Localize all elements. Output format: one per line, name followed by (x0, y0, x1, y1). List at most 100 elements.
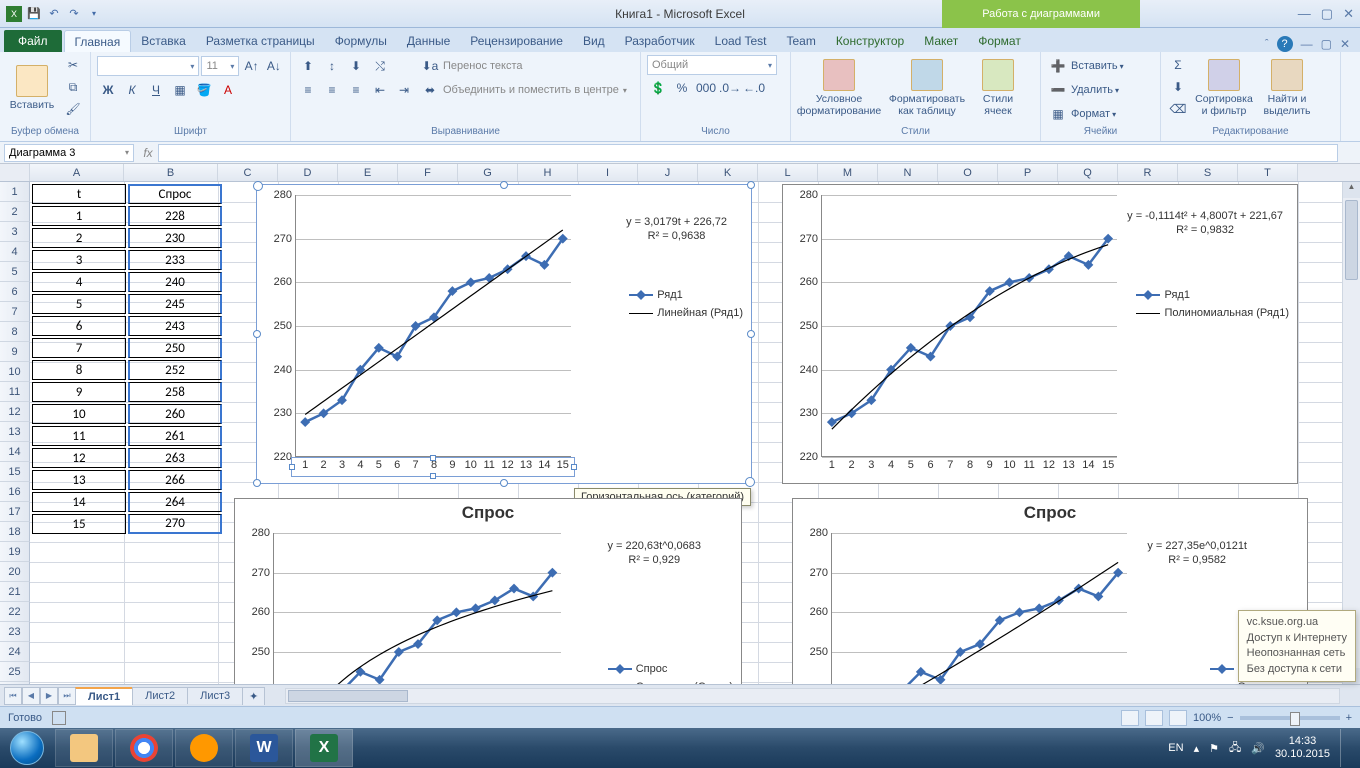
taskbar-excel[interactable]: X (295, 729, 353, 767)
start-button[interactable] (0, 728, 54, 768)
taskbar-explorer[interactable] (55, 729, 113, 767)
scroll-up-icon[interactable]: ▲ (1343, 182, 1360, 198)
sheet-nav-prev-icon[interactable]: ◀ (22, 687, 40, 705)
wrap-text-icon[interactable]: ⬇a (419, 56, 441, 76)
shrink-font-icon[interactable]: A↓ (264, 56, 284, 76)
paste-button[interactable]: Вставить (6, 55, 58, 121)
grid-body[interactable]: tСпрос1228223032334240524562437250825292… (30, 182, 1342, 684)
cond-format-button[interactable]: Условное форматирование (797, 55, 881, 121)
col-header[interactable]: T (1238, 164, 1298, 181)
col-header[interactable]: M (818, 164, 878, 181)
sheet-nav-last-icon[interactable]: ⏭ (58, 687, 76, 705)
tray-lang[interactable]: EN (1168, 742, 1183, 754)
row-header[interactable]: 2 (0, 202, 30, 222)
row-header[interactable]: 22 (0, 602, 30, 622)
indent-inc-icon[interactable]: ⇥ (393, 80, 415, 100)
col-header[interactable]: K (698, 164, 758, 181)
cell-styles-button[interactable]: Стили ячеек (973, 55, 1023, 121)
col-header[interactable]: N (878, 164, 938, 181)
row-header[interactable]: 17 (0, 502, 30, 522)
cut-icon[interactable]: ✂ (62, 55, 84, 75)
chart-4[interactable]: Спрос 2202302402502602702801234567891011… (792, 498, 1308, 684)
orientation-icon[interactable]: ⤭ (369, 56, 391, 76)
copy-icon[interactable]: ⧉ (62, 77, 84, 97)
chart-1[interactable]: 2202302402502602702801234567891011121314… (256, 184, 752, 484)
sheet-tab[interactable]: Лист2 (132, 687, 188, 704)
row-header[interactable]: 13 (0, 422, 30, 442)
tab-insert[interactable]: Вставка (131, 30, 196, 52)
macro-record-icon[interactable] (52, 711, 66, 725)
close-icon[interactable]: ✕ (1343, 6, 1354, 22)
plot-area[interactable]: 2202302402502602702801234567891011121314… (295, 195, 571, 457)
plot-area[interactable]: 2202302402502602702801234567891011121314… (273, 533, 561, 684)
taskbar-media[interactable] (175, 729, 233, 767)
qat-more-icon[interactable]: ▾ (86, 6, 102, 22)
align-center-icon[interactable]: ≡ (321, 80, 343, 100)
row-header[interactable]: 15 (0, 462, 30, 482)
row-header[interactable]: 3 (0, 222, 30, 242)
category-axis-selection[interactable] (291, 457, 575, 477)
grow-font-icon[interactable]: A↑ (241, 56, 261, 76)
row-header[interactable]: 25 (0, 662, 30, 682)
new-sheet-tab[interactable]: ✦ (242, 687, 265, 705)
chart-3[interactable]: Спрос 2202302402502602702801234567891011… (234, 498, 742, 684)
sheet-nav-next-icon[interactable]: ▶ (40, 687, 58, 705)
font-color-icon[interactable]: A (217, 80, 239, 100)
row-header[interactable]: 1 (0, 182, 30, 202)
row-header[interactable]: 8 (0, 322, 30, 342)
row-header[interactable]: 4 (0, 242, 30, 262)
sort-filter-button[interactable]: Сортировка и фильтр (1193, 55, 1255, 121)
chart-2[interactable]: 2202302402502602702801234567891011121314… (782, 184, 1298, 484)
col-header[interactable]: Q (1058, 164, 1118, 181)
dec-decimal-icon[interactable]: ←.0 (743, 78, 765, 98)
tab-loadtest[interactable]: Load Test (705, 30, 777, 52)
align-left-icon[interactable]: ≡ (297, 80, 319, 100)
col-header[interactable]: C (218, 164, 278, 181)
row-header[interactable]: 20 (0, 562, 30, 582)
tray-network-icon[interactable]: 🖧 (1229, 739, 1241, 758)
zoom-in-icon[interactable]: + (1346, 712, 1352, 724)
doc-restore-icon[interactable]: ▢ (1321, 37, 1332, 51)
tray-show-hidden-icon[interactable]: ▴ (1194, 742, 1200, 755)
zoom-level[interactable]: 100% (1193, 712, 1221, 724)
inc-decimal-icon[interactable]: .0→ (719, 78, 741, 98)
show-desktop[interactable] (1340, 729, 1350, 767)
row-header[interactable]: 18 (0, 522, 30, 542)
legend[interactable]: Спрос Степенная (Спрос) (608, 663, 733, 684)
tab-format[interactable]: Формат (968, 30, 1031, 52)
zoom-slider[interactable] (1240, 716, 1340, 720)
align-bottom-icon[interactable]: ⬇ (345, 56, 367, 76)
redo-icon[interactable]: ↷ (66, 6, 82, 22)
tab-layout[interactable]: Разметка страницы (196, 30, 325, 52)
zoom-out-icon[interactable]: − (1227, 712, 1233, 724)
tab-developer[interactable]: Разработчик (615, 30, 705, 52)
help-icon[interactable]: ? (1277, 36, 1293, 52)
col-header[interactable]: R (1118, 164, 1178, 181)
col-header[interactable]: G (458, 164, 518, 181)
minimize-icon[interactable]: ― (1298, 6, 1311, 22)
clear-icon[interactable]: ⌫ (1167, 99, 1189, 119)
merge-icon[interactable]: ⬌ (419, 80, 441, 100)
formula-input[interactable] (158, 144, 1338, 162)
row-header[interactable]: 19 (0, 542, 30, 562)
scroll-thumb[interactable] (288, 690, 408, 702)
select-all-corner[interactable] (0, 164, 30, 181)
insert-cells-icon[interactable]: ➕ (1047, 56, 1069, 76)
normal-view-icon[interactable] (1121, 710, 1139, 726)
col-header[interactable]: O (938, 164, 998, 181)
col-header[interactable]: A (30, 164, 124, 181)
row-header[interactable]: 5 (0, 262, 30, 282)
col-header[interactable]: L (758, 164, 818, 181)
col-header[interactable]: D (278, 164, 338, 181)
italic-icon[interactable]: К (121, 80, 143, 100)
tab-data[interactable]: Данные (397, 30, 460, 52)
tab-team[interactable]: Team (776, 30, 825, 52)
taskbar-word[interactable]: W (235, 729, 293, 767)
number-format-combo[interactable]: Общий (647, 55, 777, 75)
name-box[interactable]: Диаграмма 3 (4, 144, 134, 162)
find-select-button[interactable]: Найти и выделить (1259, 55, 1315, 121)
sheet-nav-first-icon[interactable]: ⏮ (4, 687, 22, 705)
format-cells-icon[interactable]: ▦ (1047, 104, 1069, 124)
scroll-thumb[interactable] (1345, 200, 1358, 280)
row-header[interactable]: 7 (0, 302, 30, 322)
